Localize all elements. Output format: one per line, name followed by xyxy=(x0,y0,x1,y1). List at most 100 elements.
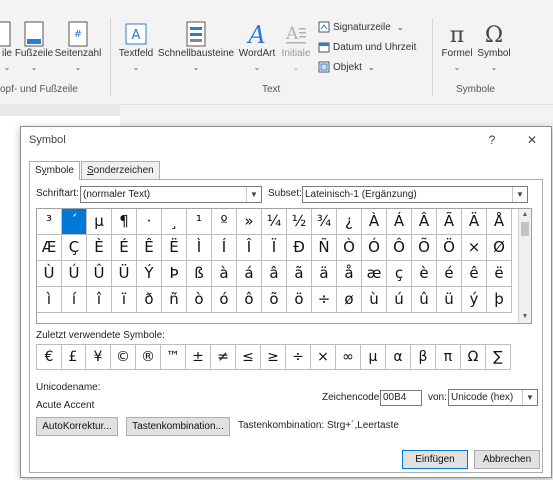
symbol-cell[interactable]: Ò xyxy=(337,235,362,261)
recent-symbol-cell[interactable]: Ω xyxy=(461,344,486,370)
shortcut-key-button[interactable]: Tastenkombination... xyxy=(126,417,230,436)
symbol-cell[interactable]: â xyxy=(262,261,287,287)
symbol-cell[interactable]: ó xyxy=(212,287,237,313)
recent-symbol-cell[interactable]: ≥ xyxy=(261,344,286,370)
recent-symbol-cell[interactable]: µ xyxy=(361,344,386,370)
symbol-cell[interactable]: Ú xyxy=(62,261,87,287)
symbol-cell[interactable]: ³ xyxy=(37,209,62,235)
symbol-cell[interactable]: ù xyxy=(362,287,387,313)
symbol-cell[interactable]: Ä xyxy=(462,209,487,235)
symbol-cell[interactable]: Ã xyxy=(437,209,462,235)
symbol-cell[interactable]: á xyxy=(237,261,262,287)
wordart-button[interactable]: A WordArt ⌄ xyxy=(236,20,278,74)
grid-scrollbar[interactable]: ▲ ▼ xyxy=(518,209,531,323)
recent-symbol-cell[interactable]: ∑ xyxy=(486,344,511,370)
symbol-cell[interactable]: Ó xyxy=(362,235,387,261)
symbol-cell[interactable]: ç xyxy=(387,261,412,287)
symbol-cell[interactable]: ý xyxy=(462,287,487,313)
chevron-down-icon[interactable]: ▼ xyxy=(512,187,527,202)
symbol-cell[interactable]: æ xyxy=(362,261,387,287)
symbol-cell[interactable]: µ xyxy=(87,209,112,235)
recent-symbol-cell[interactable]: ÷ xyxy=(286,344,311,370)
scroll-up-icon[interactable]: ▲ xyxy=(519,209,531,221)
signature-line-button[interactable]: Signaturzeile ⌄ xyxy=(318,20,404,36)
recent-symbol-cell[interactable]: £ xyxy=(61,344,86,370)
from-dropdown[interactable]: Unicode (hex) ▼ xyxy=(448,389,538,406)
symbol-cell[interactable]: è xyxy=(412,261,437,287)
symbol-cell[interactable]: Û xyxy=(87,261,112,287)
symbol-cell[interactable]: õ xyxy=(262,287,287,313)
symbol-cell[interactable]: ã xyxy=(287,261,312,287)
chevron-down-icon[interactable]: ▼ xyxy=(246,187,261,202)
recent-symbol-cell[interactable]: ∞ xyxy=(336,344,361,370)
recent-symbol-cell[interactable]: α xyxy=(386,344,411,370)
symbol-cell[interactable]: ð xyxy=(137,287,162,313)
symbol-cell[interactable]: È xyxy=(87,235,112,261)
symbol-cell[interactable]: ¿ xyxy=(337,209,362,235)
symbol-cell[interactable]: ô xyxy=(237,287,262,313)
subset-dropdown[interactable]: Lateinisch-1 (Ergänzung) ▼ xyxy=(302,186,528,203)
page-number-button[interactable]: # Seitenzahl ⌄ xyxy=(54,20,102,74)
recent-symbol-cell[interactable]: ≤ xyxy=(236,344,261,370)
symbol-cell[interactable]: ß xyxy=(187,261,212,287)
scrollbar-thumb[interactable] xyxy=(521,222,529,236)
symbol-cell[interactable]: ú xyxy=(387,287,412,313)
dialog-titlebar[interactable]: Symbol ? ✕ xyxy=(21,127,551,153)
recent-symbol-cell[interactable]: ® xyxy=(136,344,161,370)
recent-symbol-cell[interactable]: € xyxy=(36,344,62,370)
symbol-cell[interactable]: Ü xyxy=(112,261,137,287)
symbol-cell[interactable]: º xyxy=(212,209,237,235)
font-dropdown[interactable]: (normaler Text) ▼ xyxy=(80,186,262,203)
recent-symbol-cell[interactable]: © xyxy=(111,344,136,370)
symbol-cell[interactable]: · xyxy=(137,209,162,235)
symbol-cell[interactable]: à xyxy=(212,261,237,287)
date-time-button[interactable]: Datum und Uhrzeit xyxy=(318,40,416,56)
quick-parts-button[interactable]: Schnellbausteine ⌄ xyxy=(157,20,235,74)
symbol-cell[interactable]: Â xyxy=(412,209,437,235)
close-icon[interactable]: ✕ xyxy=(517,127,547,153)
tab-special-characters[interactable]: Sonderzeichen xyxy=(81,161,160,179)
recent-symbol-cell[interactable]: ¥ xyxy=(86,344,111,370)
symbol-cell[interactable]: Õ xyxy=(412,235,437,261)
symbol-cell[interactable]: ¾ xyxy=(312,209,337,235)
symbol-cell[interactable]: ï xyxy=(112,287,137,313)
symbol-cell[interactable]: Ì xyxy=(187,235,212,261)
symbol-cell[interactable]: ê xyxy=(462,261,487,287)
symbol-cell[interactable]: ñ xyxy=(162,287,187,313)
symbol-cell[interactable]: ¹ xyxy=(187,209,212,235)
recent-symbol-cell[interactable]: π xyxy=(436,344,461,370)
symbol-cell[interactable]: ö xyxy=(287,287,312,313)
symbol-cell[interactable]: Å xyxy=(487,209,512,235)
symbol-cell[interactable]: î xyxy=(87,287,112,313)
symbol-cell[interactable]: Î xyxy=(237,235,262,261)
recent-symbol-cell[interactable]: β xyxy=(411,344,436,370)
symbol-cell[interactable]: ¼ xyxy=(262,209,287,235)
chevron-down-icon[interactable]: ▼ xyxy=(522,390,537,405)
drop-cap-button[interactable]: A Initiale ⌄ xyxy=(279,20,313,74)
symbol-cell[interactable]: å xyxy=(337,261,362,287)
symbol-cell[interactable]: Ø xyxy=(487,235,512,261)
recent-symbol-cell[interactable]: ™ xyxy=(161,344,186,370)
symbol-cell[interactable]: À xyxy=(362,209,387,235)
recent-symbol-cell[interactable]: ± xyxy=(186,344,211,370)
help-icon[interactable]: ? xyxy=(477,127,507,153)
symbol-cell[interactable]: Ý xyxy=(137,261,162,287)
symbol-cell[interactable]: ¶ xyxy=(112,209,137,235)
symbol-cell[interactable]: Ë xyxy=(162,235,187,261)
symbol-cell[interactable]: é xyxy=(437,261,462,287)
symbol-cell[interactable]: þ xyxy=(487,287,512,313)
symbol-cell[interactable]: Ñ xyxy=(312,235,337,261)
symbol-cell[interactable]: Ê xyxy=(137,235,162,261)
recent-symbol-cell[interactable]: × xyxy=(311,344,336,370)
symbol-cell[interactable]: ì xyxy=(37,287,62,313)
symbol-cell[interactable]: × xyxy=(462,235,487,261)
symbol-cell[interactable]: ò xyxy=(187,287,212,313)
symbol-cell[interactable]: Ç xyxy=(62,235,87,261)
symbol-cell[interactable]: ÷ xyxy=(312,287,337,313)
textbox-button[interactable]: A Textfeld ⌄ xyxy=(116,20,156,74)
symbol-cell[interactable]: Í xyxy=(212,235,237,261)
insert-button[interactable]: Einfügen xyxy=(402,450,468,469)
symbol-cell[interactable]: ø xyxy=(337,287,362,313)
symbol-cell[interactable]: Á xyxy=(387,209,412,235)
symbol-cell[interactable]: Ö xyxy=(437,235,462,261)
